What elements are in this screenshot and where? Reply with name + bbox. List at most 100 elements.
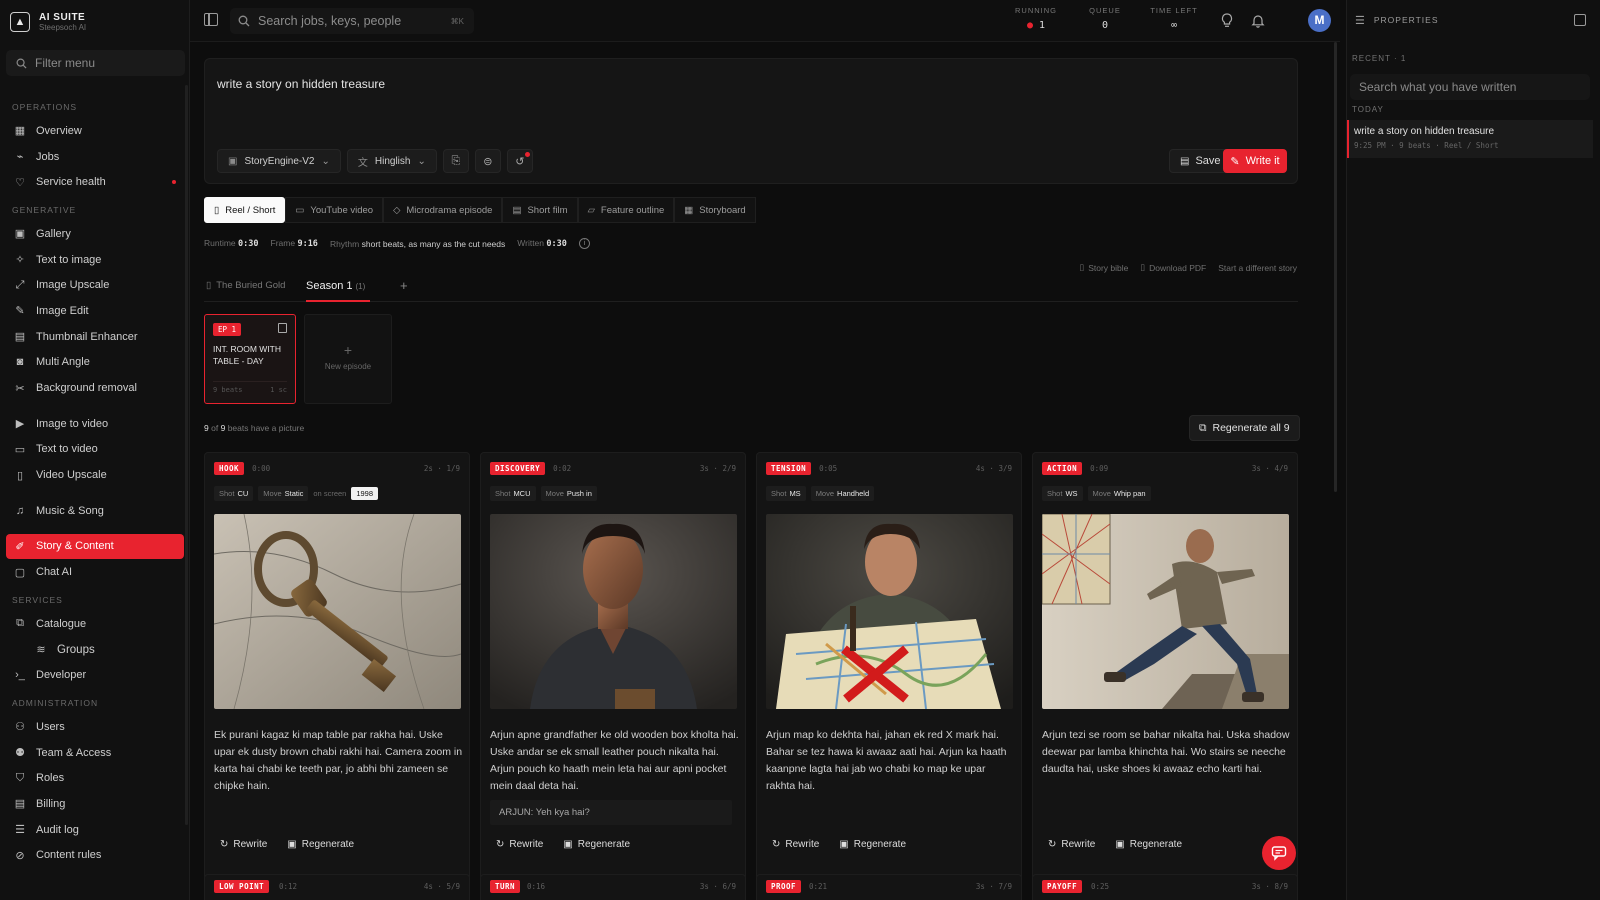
- sidebar-item-image-upscale[interactable]: ⤢ Image Upscale: [6, 272, 184, 298]
- main-scrollbar[interactable]: [1334, 42, 1337, 492]
- sidebar-item-music-song[interactable]: ♫ Music & Song: [6, 498, 184, 524]
- recent-story-item[interactable]: write a story on hidden treasure 9:25 PM…: [1347, 120, 1593, 158]
- sidebar-item-roles[interactable]: ⛉ Roles: [6, 765, 184, 791]
- shot-pill[interactable]: Shot WS: [1042, 486, 1083, 501]
- story-bible-link[interactable]: ▯ Story bible: [1080, 262, 1129, 273]
- sidebar-scrollbar[interactable]: [185, 85, 188, 825]
- new-episode-button[interactable]: + New episode: [304, 314, 392, 404]
- global-search-input[interactable]: Search jobs, keys, people ⌘K: [230, 8, 474, 34]
- beat-text[interactable]: Arjun apne grandfather ke old wooden box…: [490, 727, 740, 825]
- move-pill[interactable]: Move Handheld: [810, 486, 875, 501]
- beat-text[interactable]: Arjun map ko dekhta hai, jahan ek red X …: [766, 727, 1016, 795]
- stat-value: ∞: [1170, 20, 1178, 31]
- lightbulb-icon[interactable]: [1219, 13, 1235, 29]
- regenerate-all-button[interactable]: ⧉ Regenerate all 9: [1189, 415, 1300, 441]
- tab-short-film[interactable]: ▤ Short film: [502, 197, 578, 223]
- regenerate-button[interactable]: ▣ Regenerate: [833, 833, 912, 855]
- episode-card[interactable]: EP 1 INT. ROOM WITH TABLE - DAY 9 beats 1…: [204, 314, 296, 404]
- sidebar-item-jobs[interactable]: ⌁ Jobs: [6, 144, 184, 170]
- sidebar-item-users[interactable]: ⚇ Users: [6, 714, 184, 740]
- tab-feature-outline[interactable]: ▱ Feature outline: [577, 197, 675, 223]
- history-search-input[interactable]: Search what you have written: [1350, 74, 1590, 100]
- beat-text[interactable]: Arjun tezi se room se bahar nikalta hai.…: [1042, 727, 1292, 778]
- sidebar-item-chat-ai[interactable]: ▢ Chat AI: [6, 559, 184, 585]
- add-season-icon[interactable]: +: [400, 278, 408, 293]
- attach-button[interactable]: ⎘: [442, 149, 469, 173]
- sidebar-item-overview[interactable]: ▦ Overview: [6, 118, 184, 144]
- file-list-icon: ☰: [15, 824, 25, 837]
- sidebar-item-developer[interactable]: ›_ Developer: [6, 662, 184, 688]
- brand[interactable]: ▲ AI SUITE Steepsoch AI: [10, 9, 86, 35]
- settings-button[interactable]: ⊜: [474, 149, 501, 173]
- filter-menu-input[interactable]: Filter menu: [6, 50, 185, 76]
- sidebar-item-video-upscale[interactable]: ▯ Video Upscale: [6, 462, 184, 488]
- beat-card[interactable]: PAYOFF 0:25 3s · 8/9: [1032, 874, 1298, 900]
- info-icon[interactable]: i: [578, 238, 590, 249]
- tab-storyboard[interactable]: ▦ Storyboard: [674, 197, 756, 223]
- receipt-icon: ▤: [14, 798, 26, 811]
- beat-image-man-running[interactable]: [1042, 514, 1289, 709]
- prompt-textarea[interactable]: write a story on hidden treasure: [217, 77, 385, 91]
- bell-icon[interactable]: [1250, 13, 1266, 29]
- story-title-tab[interactable]: ▯ The Buried Gold: [206, 280, 285, 291]
- sidebar-item-content-rules[interactable]: ⊘ Content rules: [6, 843, 184, 869]
- regenerate-button[interactable]: ▣ Regenerate: [1109, 833, 1188, 855]
- rewrite-button[interactable]: ↻ Rewrite: [214, 833, 273, 855]
- beat-tag: TENSION: [766, 462, 812, 475]
- sidebar-item-audit-log[interactable]: ☰ Audit log: [6, 817, 184, 843]
- sidebar-item-story-content[interactable]: ✐ Story & Content: [6, 533, 184, 560]
- sidebar-item-image-edit[interactable]: ✎ Image Edit: [6, 298, 184, 324]
- language-select[interactable]: 文 Hinglish ⌄: [346, 149, 437, 173]
- tab-microdrama-episode[interactable]: ◇ Microdrama episode: [383, 197, 503, 223]
- beat-card: DISCOVERY 0:02 3s · 2/9 Shot MCU Move Push…: [480, 452, 746, 900]
- shot-pill[interactable]: Shot CU: [214, 486, 254, 501]
- beat-image-man-portrait[interactable]: [490, 514, 737, 709]
- regenerate-button[interactable]: ▣ Regenerate: [557, 833, 636, 855]
- sidebar-item-team-access[interactable]: ⚉ Team & Access: [6, 740, 184, 766]
- onscreen-value[interactable]: 1998: [351, 487, 379, 500]
- beat-image-man-with-map[interactable]: [766, 514, 1013, 709]
- sidebar-item-image-to-video[interactable]: ▶ Image to video: [6, 411, 184, 437]
- beat-text[interactable]: Ek purani kagaz ki map table par rakha h…: [214, 727, 464, 795]
- download-pdf-link[interactable]: ▯ Download PDF: [1140, 262, 1206, 273]
- shot-pill[interactable]: Shot MCU: [490, 486, 536, 501]
- tab-youtube-video[interactable]: ▭ YouTube video: [285, 197, 384, 223]
- book-icon: ▯: [1079, 262, 1085, 272]
- beat-card[interactable]: PROOF 0:21 3s · 7/9: [756, 874, 1022, 900]
- sidebar-item-service-health[interactable]: ♡ Service health: [6, 169, 184, 195]
- tab-reel-short[interactable]: ▯ Reel / Short: [204, 197, 286, 223]
- film-icon: ▤: [512, 204, 522, 216]
- active-tab-indicator: [306, 300, 370, 302]
- rewrite-button[interactable]: ↻ Rewrite: [490, 833, 549, 855]
- sidebar-item-text-to-image[interactable]: ✧ Text to image: [6, 247, 184, 273]
- move-pill[interactable]: Move Static: [258, 486, 309, 501]
- sidebar-item-billing[interactable]: ▤ Billing: [6, 791, 184, 817]
- beat-card[interactable]: LOW POINT 0:12 4s · 5/9: [204, 874, 470, 900]
- start-different-link[interactable]: Start a different story: [1218, 262, 1297, 273]
- panel-collapse-icon[interactable]: [1574, 14, 1586, 26]
- sidebar-item-text-to-video[interactable]: ▭ Text to video: [6, 437, 184, 463]
- beat-image-key-on-map[interactable]: [214, 514, 461, 709]
- move-pill[interactable]: Move Push in: [540, 486, 597, 501]
- sidebar-item-multi-angle[interactable]: ◙ Multi Angle: [6, 350, 184, 376]
- sidebar-item-background-removal[interactable]: ✂ Background removal: [6, 375, 184, 401]
- write-button[interactable]: ✎ Write it: [1223, 149, 1287, 173]
- chat-fab-button[interactable]: [1262, 836, 1296, 870]
- move-pill[interactable]: Move Whip pan: [1087, 486, 1151, 501]
- wand-icon: ✎: [15, 305, 25, 318]
- rewrite-button[interactable]: ↻ Rewrite: [1042, 833, 1101, 855]
- tab-season-1[interactable]: Season 1 (1): [306, 280, 365, 292]
- sidebar-item-gallery[interactable]: ▣ Gallery: [6, 221, 184, 247]
- sidebar-toggle-icon[interactable]: [204, 13, 218, 26]
- rewrite-button[interactable]: ↻ Rewrite: [766, 833, 825, 855]
- sidebar-item-thumbnail-enhancer[interactable]: ▤ Thumbnail Enhancer: [6, 324, 184, 350]
- user-avatar[interactable]: M: [1308, 9, 1331, 32]
- shot-pill[interactable]: Shot MS: [766, 486, 806, 501]
- beat-card[interactable]: TURN 0:16 3s · 6/9: [480, 874, 746, 900]
- engine-select[interactable]: ▣ StoryEngine-V2 ⌄: [217, 149, 341, 173]
- sidebar-item-catalogue[interactable]: ⧉ Catalogue: [6, 611, 184, 637]
- sidebar-item-groups[interactable]: ≋ Groups: [6, 637, 184, 663]
- regenerate-button[interactable]: ▣ Regenerate: [281, 833, 360, 855]
- beat-tag: ACTION: [1042, 462, 1083, 475]
- history-button[interactable]: ↺: [506, 149, 533, 173]
